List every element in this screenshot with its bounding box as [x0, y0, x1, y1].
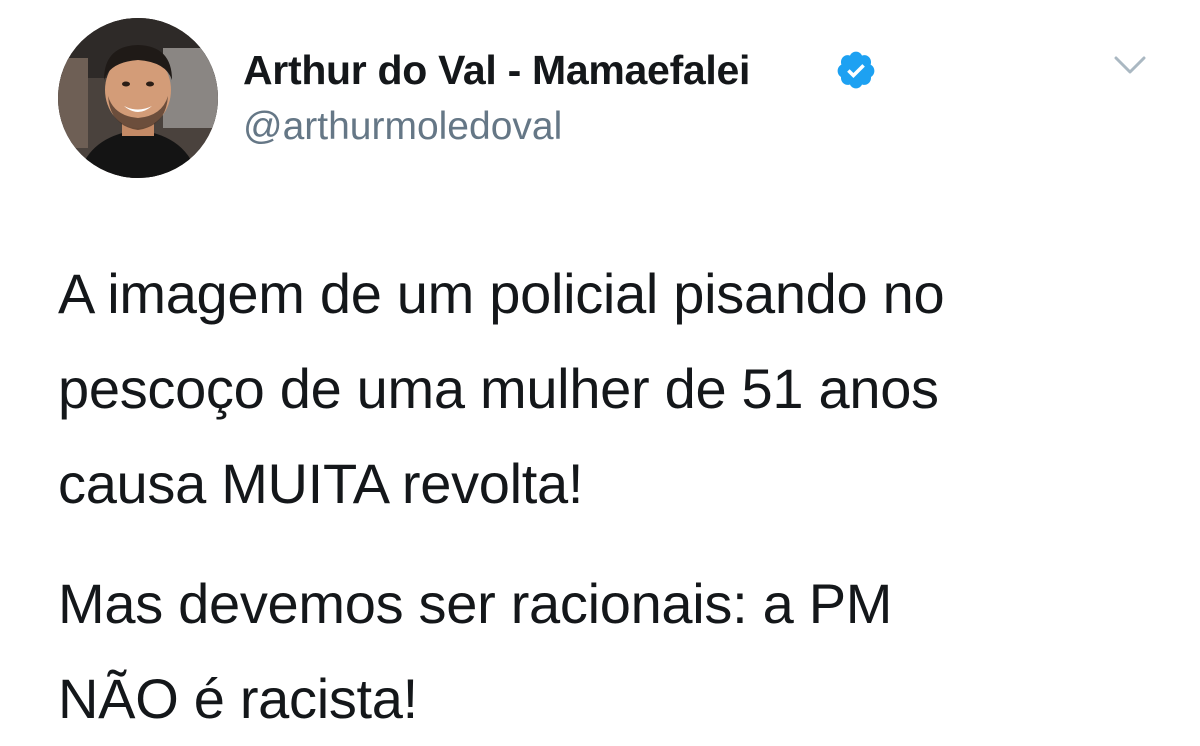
chevron-down-icon[interactable] [1110, 50, 1150, 80]
author-avatar[interactable] [58, 18, 218, 178]
author-name[interactable]: Arthur do Val - Mamaefalei [243, 44, 750, 96]
tweet-paragraph-1: A imagem de um policial pisando no pesco… [58, 246, 1168, 531]
tweet-text-line: causa MUITA revolta! [58, 452, 584, 515]
tweet-text-line: NÃO é racista! [58, 667, 418, 730]
avatar-photo [58, 18, 218, 178]
verified-badge-icon [837, 51, 875, 89]
tweet-text-line: Mas devemos ser racionais: a PM [58, 572, 893, 635]
tweet-paragraph-2: Mas devemos ser racionais: a PM NÃO é ra… [58, 556, 1168, 746]
tweet-card: Arthur do Val - Mamaefalei @arthurmoledo… [0, 0, 1200, 735]
tweet-text-line: A imagem de um policial pisando no [58, 262, 945, 325]
author-handle[interactable]: @arthurmoledoval [243, 102, 562, 152]
tweet-text-line: pescoço de uma mulher de 51 anos [58, 357, 939, 420]
